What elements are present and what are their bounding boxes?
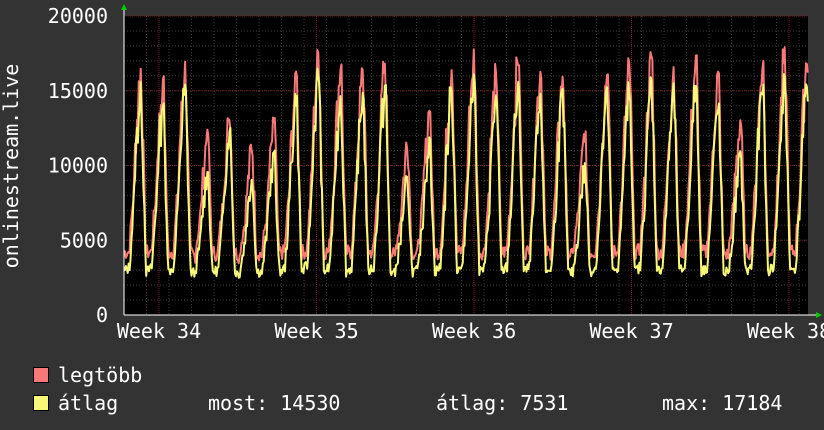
stat-avg: átlag: 7531 xyxy=(436,391,569,415)
y-tick-label: 5000 xyxy=(60,228,108,252)
x-tick-label: Week 34 xyxy=(117,319,201,343)
x-tick-label: Week 36 xyxy=(432,319,516,343)
x-tick-label: Week 37 xyxy=(589,319,673,343)
traffic-chart: 0 5000 10000 15000 20000 Week 34 Week 35 Week 3… xyxy=(0,4,824,343)
legend-label-max: legtöbb xyxy=(58,363,143,387)
x-tick-label: Week 35 xyxy=(274,319,358,343)
y-axis-arrow xyxy=(121,4,127,10)
y-tick-label: 20000 xyxy=(48,4,108,28)
x-tick-label: Week 38 xyxy=(747,319,824,343)
x-axis-arrow xyxy=(816,312,822,318)
legend-label-avg: átlag xyxy=(58,391,119,415)
stat-max: max: 17184 xyxy=(662,391,783,415)
legend-swatch-avg xyxy=(33,395,49,411)
stat-now: most: 14530 xyxy=(208,391,341,415)
y-tick-label: 10000 xyxy=(48,154,108,178)
legend-swatch-max xyxy=(33,367,49,383)
y-tick-label: 0 xyxy=(96,303,108,327)
y-tick-label: 15000 xyxy=(48,79,108,103)
y-axis-label: onlinestream.live xyxy=(0,64,23,269)
